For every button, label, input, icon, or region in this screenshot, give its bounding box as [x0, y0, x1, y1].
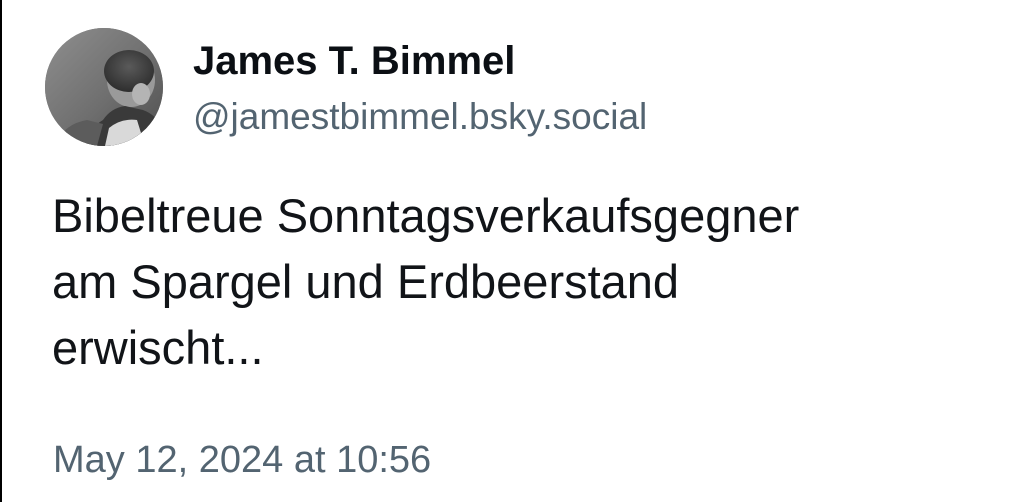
profile-photo-icon: [45, 28, 163, 146]
post-text-line: erwischt...: [52, 321, 264, 374]
post-text-line: Bibeltreue Sonntagsverkaufsgegner: [52, 189, 800, 242]
author-display-name[interactable]: James T. Bimmel: [193, 38, 515, 84]
author-handle[interactable]: @jamestbimmel.bsky.social: [193, 95, 647, 139]
post-card[interactable]: James T. Bimmel @jamestbimmel.bsky.socia…: [0, 0, 1024, 502]
post-text-line: am Spargel und Erdbeerstand: [52, 255, 680, 308]
author-avatar[interactable]: [45, 28, 163, 146]
post-timestamp[interactable]: May 12, 2024 at 10:56: [53, 437, 431, 483]
post-body-text: Bibeltreue Sonntagsverkaufsgegner am Spa…: [52, 183, 982, 381]
